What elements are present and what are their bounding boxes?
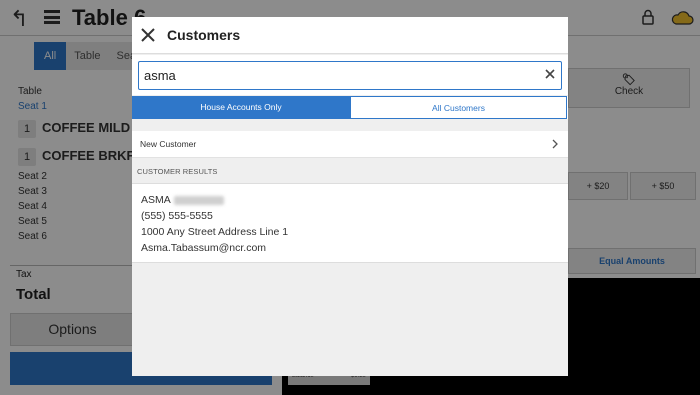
customer-phone: (555) 555-5555 — [141, 210, 213, 222]
customers-modal: Customers House Accounts Only All Custom… — [132, 17, 568, 376]
customer-name-row: ASMA — [141, 194, 224, 206]
customer-email: Asma.Tabassum@ncr.com — [141, 242, 267, 254]
chevron-right-icon — [552, 139, 558, 149]
customer-address: 1000 Any Street Address Line 1 — [141, 226, 289, 238]
search-bar — [132, 55, 568, 95]
customer-result-card[interactable]: ASMA (555) 555-5555 1000 Any Street Addr… — [132, 183, 568, 263]
all-customers-button[interactable]: All Customers — [350, 96, 567, 119]
customer-filter-toggle: House Accounts Only All Customers — [132, 96, 568, 119]
modal-title: Customers — [167, 27, 241, 43]
results-header: CUSTOMER RESULTS — [137, 167, 218, 176]
new-customer-row[interactable]: New Customer — [132, 131, 568, 158]
redacted-text — [173, 195, 224, 205]
close-icon[interactable] — [138, 25, 158, 45]
modal-header: Customers — [132, 17, 568, 54]
new-customer-label: New Customer — [140, 139, 197, 149]
customer-search-input[interactable] — [138, 61, 562, 90]
clear-search-icon[interactable] — [544, 68, 556, 80]
customer-name: ASMA — [141, 194, 171, 206]
house-accounts-only-button[interactable]: House Accounts Only — [132, 96, 350, 119]
